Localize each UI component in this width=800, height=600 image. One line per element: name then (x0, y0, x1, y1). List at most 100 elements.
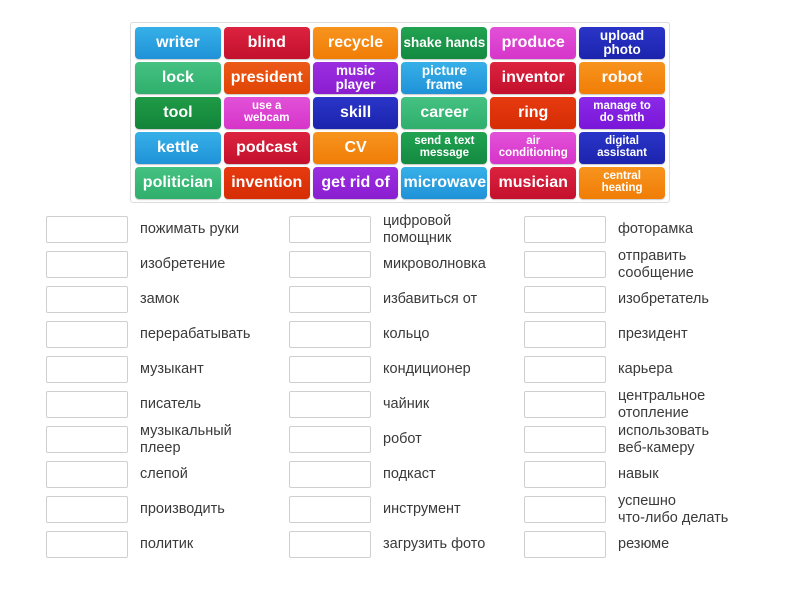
answer-label: музыкальный плеер (140, 422, 232, 456)
word-tile[interactable]: president (223, 62, 310, 94)
answer-drop-box[interactable] (524, 216, 606, 243)
word-tile-label: politician (142, 173, 214, 191)
answer-row: навык (524, 457, 774, 492)
tile-row: writer blind recycle shake hands produce uplo… (135, 27, 665, 59)
answer-drop-box[interactable] (524, 496, 606, 523)
answer-row: использовать веб-камеру (524, 422, 774, 457)
answer-drop-box[interactable] (46, 251, 128, 278)
answer-label: писатель (140, 396, 202, 413)
answer-drop-box[interactable] (524, 391, 606, 418)
answer-drop-box[interactable] (289, 356, 371, 383)
answer-label: музыкант (140, 361, 204, 378)
answer-row: центральное отопление (524, 387, 774, 422)
word-tile[interactable]: use a webcam (223, 97, 310, 129)
answer-drop-box[interactable] (524, 426, 606, 453)
answer-drop-box[interactable] (524, 251, 606, 278)
answer-drop-box[interactable] (289, 286, 371, 313)
answer-drop-box[interactable] (46, 216, 128, 243)
word-tile[interactable]: picture frame (401, 62, 488, 94)
word-tile[interactable]: lock (135, 62, 221, 94)
answer-column-2: цифровой помощник микроволновка избавиться … (289, 212, 524, 562)
word-tile[interactable]: air conditioning (490, 132, 577, 164)
answer-drop-box[interactable] (524, 531, 606, 558)
answer-row: карьера (524, 352, 774, 387)
answer-drop-box[interactable] (524, 321, 606, 348)
answer-label: подкаст (383, 466, 436, 483)
answer-drop-box[interactable] (289, 531, 371, 558)
answer-label: перерабатывать (140, 326, 251, 343)
word-tile[interactable]: career (401, 97, 488, 129)
word-tile[interactable]: upload photo (579, 27, 665, 59)
word-tile-label: central heating (601, 170, 643, 194)
word-tile[interactable]: invention (223, 167, 310, 199)
word-tile[interactable]: tool (135, 97, 221, 129)
word-tile[interactable]: manage to do smth (579, 97, 665, 129)
answer-drop-box[interactable] (46, 496, 128, 523)
word-tile[interactable]: digital assistant (579, 132, 665, 164)
answer-drop-box[interactable] (46, 286, 128, 313)
answer-drop-box[interactable] (46, 321, 128, 348)
word-tile-board[interactable]: writer blind recycle shake hands produce uplo… (130, 22, 670, 203)
word-tile-label: picture frame (421, 63, 467, 92)
word-tile-label: use a webcam (244, 100, 290, 124)
word-tile[interactable]: podcast (223, 132, 310, 164)
word-tile[interactable]: CV (312, 132, 399, 164)
word-tile[interactable]: send a text message (401, 132, 488, 164)
word-tile[interactable]: ring (490, 97, 577, 129)
answer-drop-box[interactable] (524, 461, 606, 488)
word-tile-label: get rid of (321, 173, 390, 191)
answer-drop-box[interactable] (289, 426, 371, 453)
answer-row: изобретатель (524, 282, 774, 317)
word-tile[interactable]: inventor (490, 62, 577, 94)
tile-row: kettle podcast CV send a text message air cond… (135, 132, 665, 164)
answer-drop-box[interactable] (524, 356, 606, 383)
answer-label: карьера (618, 361, 673, 378)
answer-row: музыкальный плеер (46, 422, 289, 457)
answer-label: чайник (383, 396, 430, 413)
answer-drop-box[interactable] (46, 426, 128, 453)
word-tile[interactable]: music player (312, 62, 399, 94)
word-tile-label: invention (231, 173, 303, 191)
word-tile-label: kettle (157, 138, 199, 156)
word-tile-label: president (230, 68, 303, 86)
answer-row: пожимать руки (46, 212, 289, 247)
answer-label: отправить сообщение (618, 247, 694, 281)
tile-row: tool use a webcam skill career ring manage to d… (135, 97, 665, 129)
answer-drop-box[interactable] (524, 286, 606, 313)
word-tile[interactable]: microwave (401, 167, 488, 199)
word-tile[interactable]: politician (135, 167, 221, 199)
answer-label: слепой (140, 466, 188, 483)
word-tile[interactable]: recycle (312, 27, 399, 59)
word-tile[interactable]: robot (579, 62, 665, 94)
answer-drop-box[interactable] (289, 251, 371, 278)
word-tile[interactable]: central heating (579, 167, 665, 199)
word-tile[interactable]: writer (135, 27, 221, 59)
word-tile[interactable]: produce (490, 27, 577, 59)
answer-drop-box[interactable] (46, 391, 128, 418)
answer-drop-box[interactable] (46, 461, 128, 488)
answer-row: слепой (46, 457, 289, 492)
answer-drop-box[interactable] (289, 461, 371, 488)
answer-row: подкаст (289, 457, 524, 492)
answer-label: избавиться от (383, 291, 478, 308)
answer-drop-box[interactable] (289, 321, 371, 348)
answer-row: кольцо (289, 317, 524, 352)
answer-row: загрузить фото (289, 527, 524, 562)
word-tile-label: lock (161, 68, 194, 86)
word-tile[interactable]: get rid of (312, 167, 399, 199)
answer-drop-box[interactable] (46, 356, 128, 383)
answer-drop-box[interactable] (289, 391, 371, 418)
answer-label: изобретение (140, 256, 226, 273)
answer-label: цифровой помощник (383, 212, 452, 246)
answer-drop-box[interactable] (289, 496, 371, 523)
word-tile-label: tool (163, 103, 193, 121)
answer-row: президент (524, 317, 774, 352)
word-tile[interactable]: blind (223, 27, 310, 59)
answer-drop-box[interactable] (289, 216, 371, 243)
word-tile[interactable]: skill (312, 97, 399, 129)
answer-row: микроволновка (289, 247, 524, 282)
word-tile[interactable]: shake hands (401, 27, 488, 59)
word-tile[interactable]: musician (490, 167, 577, 199)
word-tile[interactable]: kettle (135, 132, 221, 164)
answer-drop-box[interactable] (46, 531, 128, 558)
